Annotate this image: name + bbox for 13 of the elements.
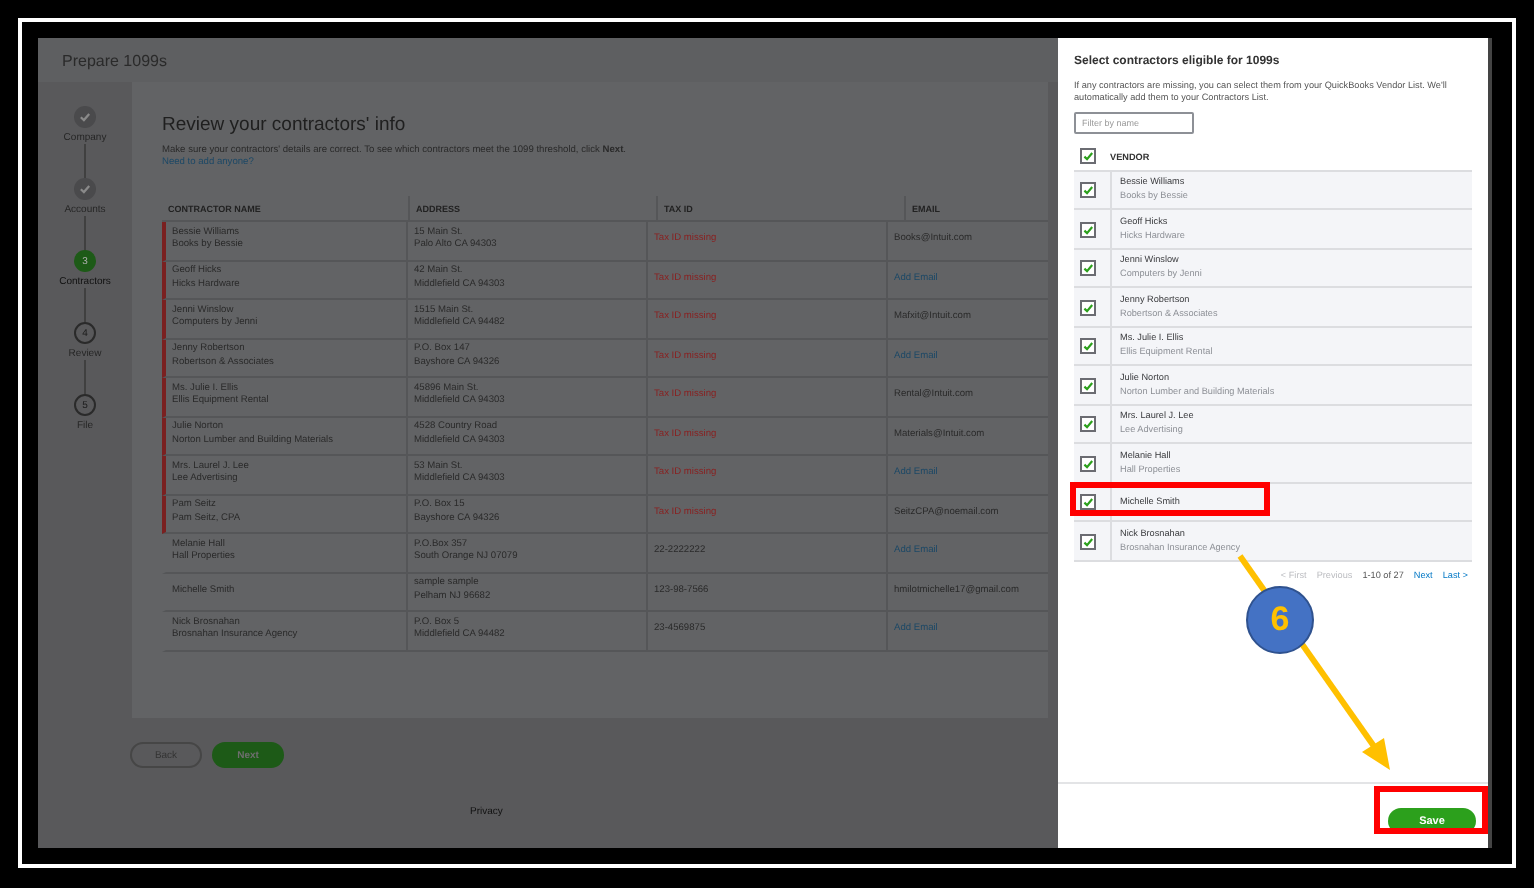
vendor-checkbox[interactable] xyxy=(1080,221,1096,238)
vendor-checkbox[interactable] xyxy=(1080,533,1096,550)
page-heading: Review your contractors' info xyxy=(162,114,408,136)
vendor-checkbox[interactable] xyxy=(1080,299,1096,316)
vendor-checkbox[interactable] xyxy=(1080,182,1096,199)
vendor-checkbox[interactable] xyxy=(1080,416,1096,433)
vendor-checkbox[interactable] xyxy=(1080,377,1096,394)
vendor-checkbox[interactable] xyxy=(1080,260,1096,277)
select-all-checkbox[interactable] xyxy=(1080,148,1096,165)
vendor-checkbox[interactable] xyxy=(1080,455,1096,472)
vendor-checkbox[interactable] xyxy=(1080,338,1096,355)
vendor-checkbox[interactable] xyxy=(1080,494,1096,511)
page-title: Prepare 1099s xyxy=(62,51,167,69)
